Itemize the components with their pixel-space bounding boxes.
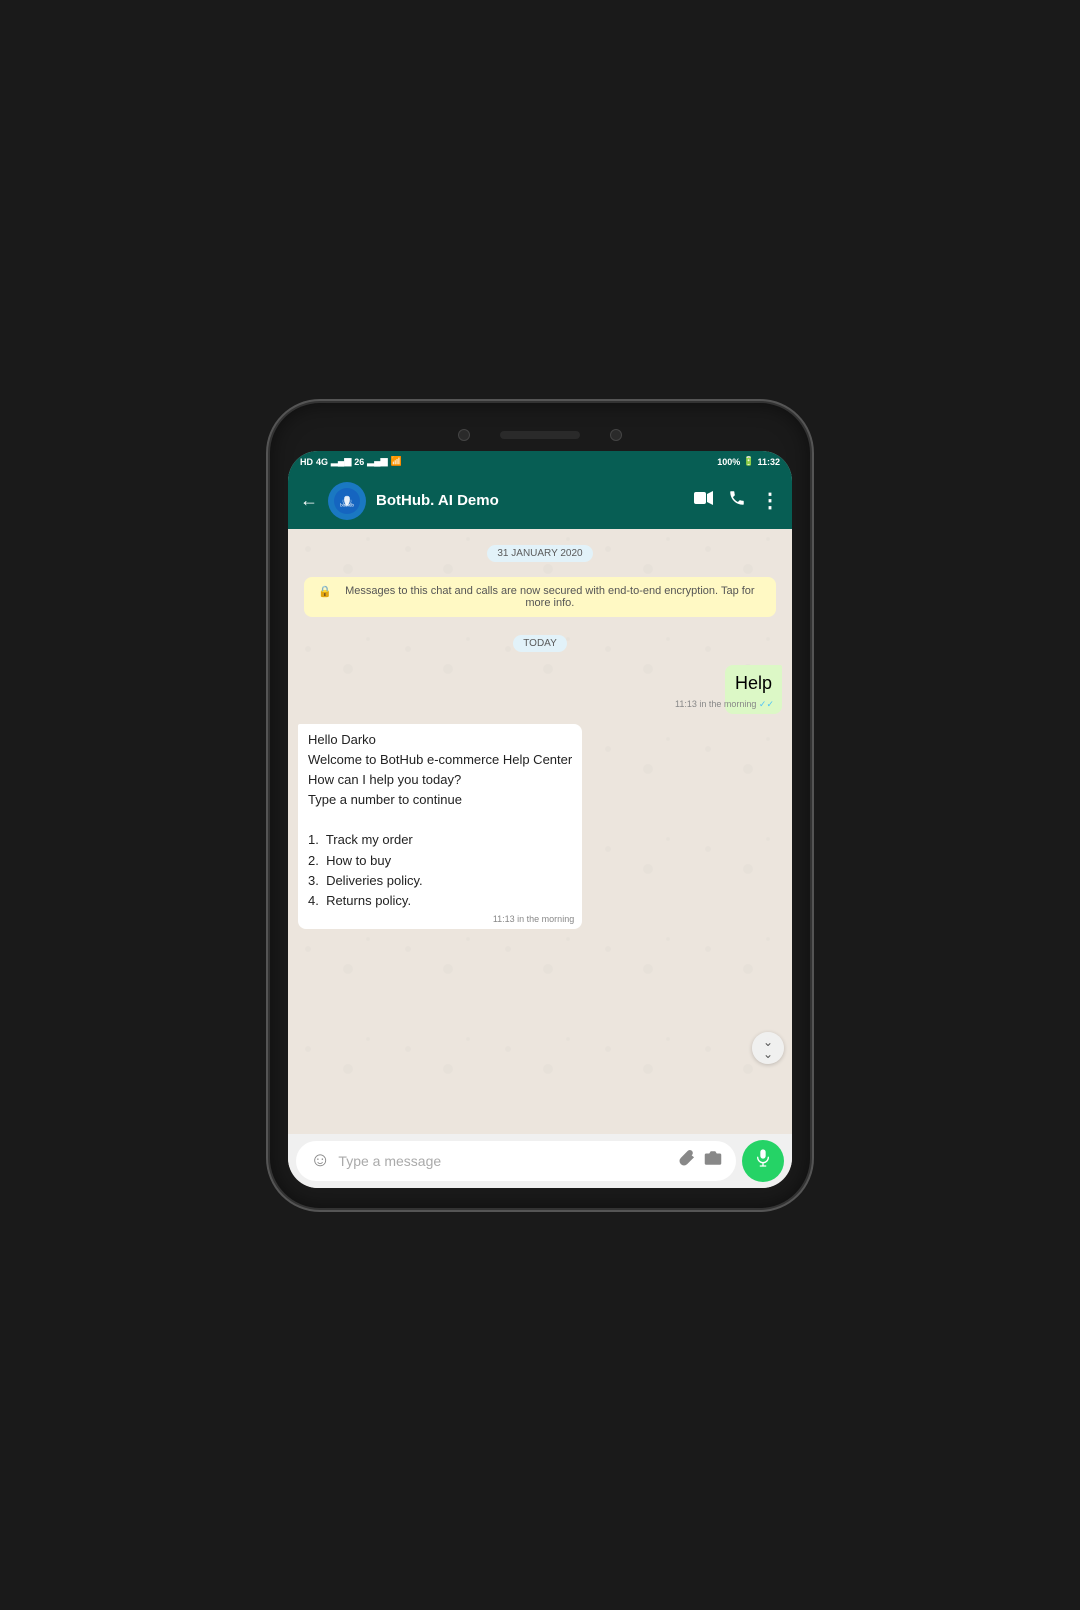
incoming-body: Hello Darko Welcome to BotHub e-commerce… [308, 730, 572, 911]
bot-line-1: Hello Darko [308, 732, 376, 747]
avatar-image: bothub [334, 488, 360, 514]
front-camera [458, 429, 470, 441]
battery-icon: 🔋 [743, 456, 754, 467]
back-button[interactable]: ← [300, 490, 318, 511]
bot-option-3: 3. Deliveries policy. [308, 873, 423, 888]
encryption-notice[interactable]: 🔒 Messages to this chat and calls are no… [304, 577, 776, 617]
chevron-down-icon: ⌄⌄ [763, 1036, 773, 1060]
scroll-down-button[interactable]: ⌄⌄ [752, 1032, 784, 1064]
network-4g: 4G [316, 457, 328, 467]
status-right: 100% 🔋 11:32 [717, 456, 780, 467]
incoming-time: 11:13 in the morning [493, 913, 574, 926]
date-label-jan: 31 JANUARY 2020 [298, 543, 782, 561]
chat-area: 31 JANUARY 2020 🔒 Messages to this chat … [288, 529, 792, 1134]
outgoing-bubble: Help 11:13 in the morning [725, 665, 782, 714]
message-input-wrap[interactable]: ☺ Type a message [296, 1141, 736, 1181]
camera-icon[interactable] [704, 1149, 722, 1172]
bot-line-2: Welcome to BotHub e-commerce Help Center [308, 752, 572, 767]
lock-icon: 🔒 [318, 585, 332, 598]
speaker-grille [500, 431, 580, 439]
bot-option-1: 1. Track my order [308, 832, 413, 847]
bot-option-2: 2. How to buy [308, 853, 391, 868]
incoming-message-row: Hello Darko Welcome to BotHub e-commerce… [298, 724, 782, 929]
date-label-today: TODAY [298, 633, 782, 651]
app-header: ← bothub BotHub. AI Demo [288, 473, 792, 529]
signal-bars-2: ▂▄▆ [367, 456, 387, 467]
input-bar: ☺ Type a message [288, 1134, 792, 1188]
phone-call-icon[interactable] [728, 489, 746, 512]
sensor [610, 429, 622, 441]
bot-line-3: How can I help you today? [308, 772, 461, 787]
phone-top-bar [288, 423, 792, 451]
contact-name[interactable]: BotHub. AI Demo [376, 492, 684, 509]
status-left: HD 4G ▂▄▆ 26 ▂▄▆ 📶 [300, 456, 402, 467]
encryption-text: Messages to this chat and calls are now … [338, 585, 762, 609]
status-bar: HD 4G ▂▄▆ 26 ▂▄▆ 📶 100% 🔋 11:32 [288, 451, 792, 473]
phone-screen: HD 4G ▂▄▆ 26 ▂▄▆ 📶 100% 🔋 11:32 ← bothub [288, 451, 792, 1188]
signal-bars-1: ▂▄▆ [331, 456, 351, 467]
attachment-icon[interactable] [678, 1149, 696, 1172]
wifi-icon: 📶 [391, 456, 402, 467]
phone-frame: HD 4G ▂▄▆ 26 ▂▄▆ 📶 100% 🔋 11:32 ← bothub [270, 403, 810, 1208]
header-info: BotHub. AI Demo [376, 492, 684, 509]
emoji-icon[interactable]: ☺ [310, 1149, 330, 1172]
clock: 11:32 [757, 457, 780, 467]
hd-indicator: HD [300, 457, 313, 467]
avatar[interactable]: bothub [328, 482, 366, 520]
incoming-bubble: Hello Darko Welcome to BotHub e-commerce… [298, 724, 582, 929]
more-options-icon[interactable]: ⋮ [760, 488, 780, 513]
header-icons: ⋮ [694, 488, 780, 513]
network-2g: 26 [354, 457, 364, 467]
today-text: TODAY [513, 635, 567, 652]
video-call-icon[interactable] [694, 491, 714, 510]
date-jan-text: 31 JANUARY 2020 [487, 545, 592, 562]
outgoing-message-row: Help 11:13 in the morning [298, 665, 782, 714]
bot-line-4: Type a number to continue [308, 792, 462, 807]
outgoing-text: Help [735, 673, 772, 693]
outgoing-time: 11:13 in the morning [675, 698, 774, 711]
message-input-placeholder[interactable]: Type a message [338, 1153, 670, 1169]
battery-percentage: 100% [717, 457, 740, 467]
mic-button[interactable] [742, 1140, 784, 1182]
microphone-icon [755, 1148, 771, 1173]
bot-option-4: 4. Returns policy. [308, 893, 411, 908]
